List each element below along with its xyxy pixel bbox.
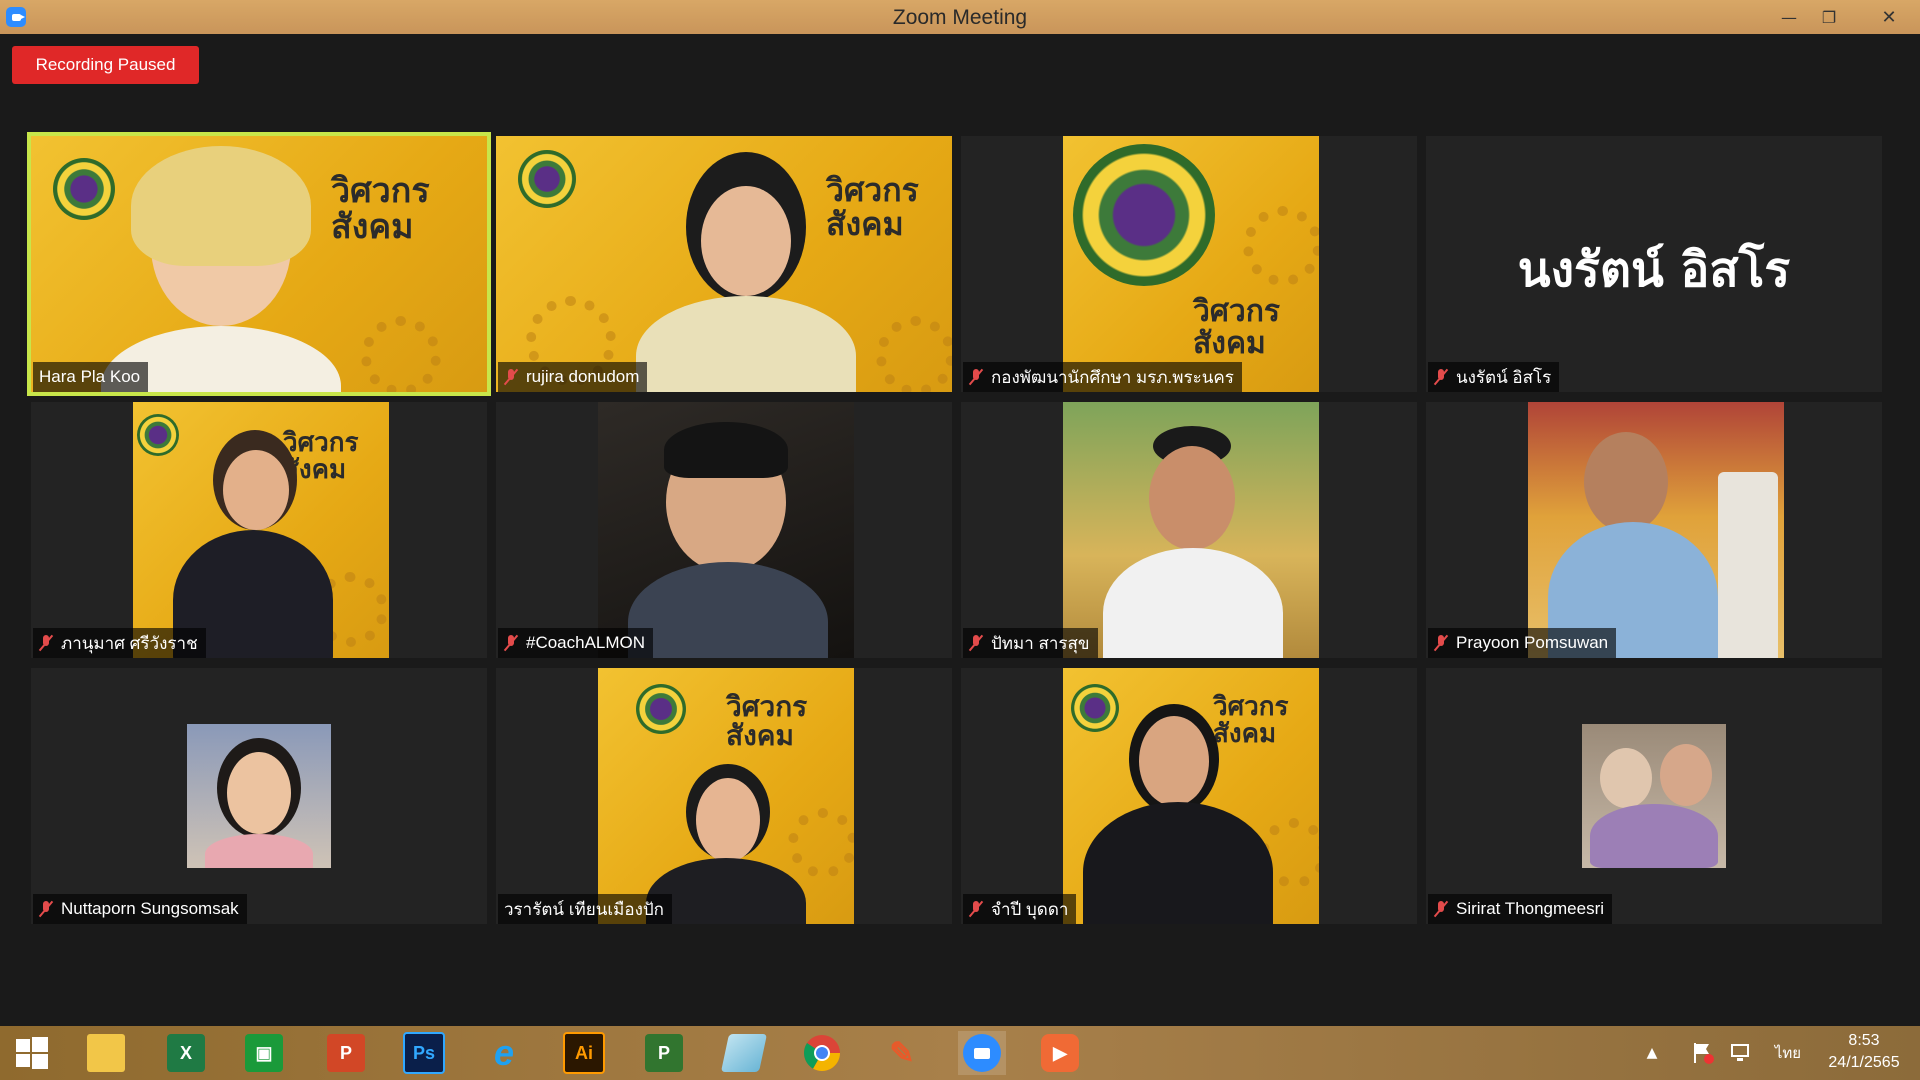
restore-icon: ❐ xyxy=(1821,7,1837,27)
minimize-icon: — xyxy=(1781,7,1797,27)
input-language-indicator[interactable]: ไทย xyxy=(1770,1031,1806,1075)
close-icon: ✕ xyxy=(1881,6,1897,28)
window-title: Zoom Meeting xyxy=(892,6,1028,29)
participant-profile-picture xyxy=(1582,724,1726,868)
gallery-view: Recording Paused วิศวกร สังคม Hara Pla K… xyxy=(0,34,1920,1026)
taskbar-app-file-explorer[interactable] xyxy=(82,1031,130,1075)
participant-name: Hara Pla Koo xyxy=(33,362,149,392)
folder-icon xyxy=(87,1034,125,1072)
participant-name: #CoachALMON xyxy=(498,628,654,658)
university-logo xyxy=(518,150,576,208)
participant-tile[interactable]: วิศวกร สังคม rujira donudom xyxy=(496,136,952,392)
mic-muted-icon xyxy=(1434,368,1448,386)
show-hidden-icons-button[interactable]: ▲ xyxy=(1640,1031,1664,1075)
participant-tile[interactable]: Nuttaporn Sungsomsak xyxy=(31,668,487,924)
participant-name: นงรัตน์ อิสโร xyxy=(1428,362,1560,392)
taskbar-app-zoom[interactable] xyxy=(958,1031,1006,1075)
mic-muted-icon xyxy=(969,900,983,918)
participant-name: Sirirat Thongmeesri xyxy=(1428,894,1613,924)
taskbar-app-illustrator[interactable]: Ai xyxy=(560,1031,608,1075)
mic-muted-icon xyxy=(1434,900,1448,918)
zoom-icon xyxy=(963,1034,1001,1072)
chevron-up-icon: ▲ xyxy=(1646,1045,1658,1061)
action-center-flag-icon[interactable] xyxy=(1688,1031,1718,1075)
participant-tile[interactable]: วิศวกร สังคม Hara Pla Koo xyxy=(27,132,491,396)
participant-tile[interactable]: วิศวกร สังคม จำปี บุดดา xyxy=(961,668,1417,924)
participant-name: Nuttaporn Sungsomsak xyxy=(33,894,247,924)
participant-profile-picture xyxy=(187,724,331,868)
participant-video xyxy=(598,402,854,658)
participant-tile[interactable]: วิศวกร สังคม วรารัตน์ เทียนเมืองปัก xyxy=(496,668,952,924)
presentation-icon: ▶ xyxy=(1041,1034,1079,1072)
mic-muted-icon xyxy=(39,900,53,918)
taskbar-app-paint[interactable]: ✎ xyxy=(878,1031,926,1075)
participant-video: วิศวกร สังคม xyxy=(1063,668,1319,924)
participant-tile[interactable]: วิศวกร สังคม ภานุมาศ ศรีวังราช xyxy=(31,402,487,658)
participant-name: กองพัฒนานักศึกษา มรภ.พระนคร xyxy=(963,362,1242,392)
paint-icon: ✎ xyxy=(889,1036,915,1070)
project-icon: P xyxy=(645,1034,683,1072)
taskbar-app-photoshop[interactable]: Ps xyxy=(400,1031,448,1075)
taskbar-app-powerpoint[interactable]: P xyxy=(322,1031,370,1075)
taskbar-app-project[interactable]: P xyxy=(640,1031,688,1075)
mic-muted-icon xyxy=(969,368,983,386)
participant-tile[interactable]: วิศวกร สังคม กองพัฒนานักศึกษา มรภ.พระนคร xyxy=(961,136,1417,392)
participant-tile[interactable]: Prayoon Pomsuwan xyxy=(1426,402,1882,658)
participant-display-name: นงรัตน์ อิสโร xyxy=(1517,242,1791,298)
participant-video: วิศวกร สังคม xyxy=(31,136,487,392)
participant-tile[interactable]: Sirirat Thongmeesri xyxy=(1426,668,1882,924)
participant-video: วิศวกร สังคม xyxy=(496,136,952,392)
taskbar-app-internet-explorer[interactable]: e xyxy=(480,1031,528,1075)
banner-subtitle: สังคม xyxy=(331,206,414,247)
taskbar-app-excel[interactable]: X xyxy=(162,1031,210,1075)
mic-muted-icon xyxy=(39,634,53,652)
excel-icon: X xyxy=(167,1034,205,1072)
taskbar-app-notepad[interactable] xyxy=(720,1031,768,1075)
participant-name: rujira donudom xyxy=(498,362,648,392)
store-icon: ▣ xyxy=(245,1034,283,1072)
mic-muted-icon xyxy=(1434,634,1448,652)
participant-name: ปัทมา สารสุข xyxy=(963,628,1098,658)
network-icon[interactable] xyxy=(1726,1031,1756,1075)
participant-name: จำปี บุดดา xyxy=(963,894,1077,924)
maximize-button[interactable]: ❐ xyxy=(1806,0,1852,34)
mic-muted-icon xyxy=(969,634,983,652)
taskbar-app-store[interactable]: ▣ xyxy=(240,1031,288,1075)
participant-video: วิศวกร สังคม xyxy=(598,668,854,924)
participant-tile[interactable]: #CoachALMON xyxy=(496,402,952,658)
mic-muted-icon xyxy=(504,634,518,652)
internet-explorer-icon: e xyxy=(493,1032,515,1073)
university-logo xyxy=(53,158,115,220)
participant-video xyxy=(1528,402,1784,658)
windows-logo-icon xyxy=(16,1037,48,1069)
taskbar-clock[interactable]: 8:53 24/1/2565 xyxy=(1808,1030,1920,1078)
photoshop-icon: Ps xyxy=(403,1032,445,1074)
chrome-icon xyxy=(803,1035,840,1072)
recording-paused-badge[interactable]: Recording Paused xyxy=(12,46,199,84)
participant-video: วิศวกร สังคม xyxy=(1063,136,1319,392)
university-logo xyxy=(636,684,686,734)
title-bar: Zoom Meeting — ❐ ✕ xyxy=(0,0,1920,34)
university-logo xyxy=(1073,144,1215,286)
taskbar-app-presenter[interactable]: ▶ xyxy=(1036,1031,1084,1075)
university-logo xyxy=(1071,684,1119,732)
clock-date: 24/1/2565 xyxy=(1828,1054,1900,1071)
participant-video xyxy=(1063,402,1319,658)
university-logo xyxy=(137,414,179,456)
taskbar-app-chrome[interactable] xyxy=(798,1031,846,1075)
participant-name: วรารัตน์ เทียนเมืองปัก xyxy=(498,894,672,924)
participant-name: ภานุมาศ ศรีวังราช xyxy=(33,628,206,658)
powerpoint-icon: P xyxy=(327,1034,365,1072)
notepad-icon xyxy=(720,1034,768,1072)
start-button[interactable] xyxy=(8,1031,56,1075)
participant-name: Prayoon Pomsuwan xyxy=(1428,628,1617,658)
participant-tile[interactable]: นงรัตน์ อิสโร นงรัตน์ อิสโร xyxy=(1426,136,1882,392)
participant-tile[interactable]: ปัทมา สารสุข xyxy=(961,402,1417,658)
close-button[interactable]: ✕ xyxy=(1858,0,1920,34)
banner-title: วิศวกร xyxy=(331,171,430,211)
mic-muted-icon xyxy=(504,368,518,386)
illustrator-icon: Ai xyxy=(563,1032,605,1074)
participant-video: วิศวกร สังคม xyxy=(133,402,389,658)
clock-time: 8:53 xyxy=(1848,1032,1880,1049)
